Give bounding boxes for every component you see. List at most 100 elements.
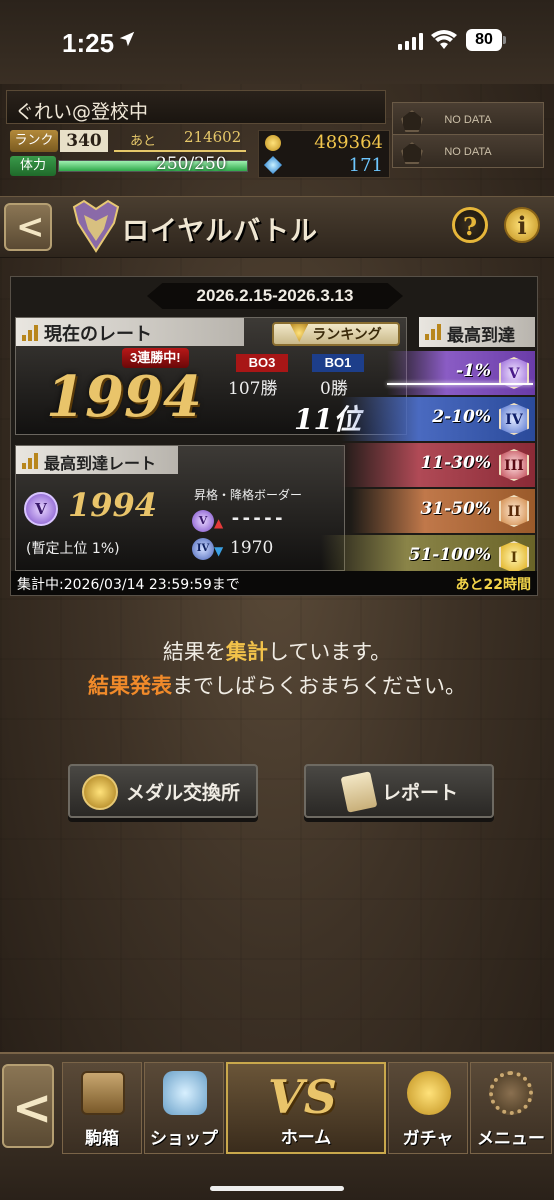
currency-box[interactable]: 489364 171 <box>258 130 390 178</box>
medal-icon <box>82 774 118 810</box>
status-bar: 1:25 80 <box>0 0 554 84</box>
coin-value: 489364 <box>314 132 383 153</box>
current-rate-label: 現在のレート <box>44 324 152 345</box>
player-panel: ぐれい@登校中 ランク 340 あと 214602 体力 250/250 489… <box>6 86 390 180</box>
help-button[interactable]: ? <box>452 207 488 243</box>
nav-gacha[interactable]: ガチャ <box>388 1062 468 1154</box>
tier-ii-icon: II <box>499 495 529 527</box>
exp-bar <box>114 150 246 152</box>
tier-iii-icon: III <box>499 449 529 481</box>
exp-remaining-label: あと <box>130 134 157 149</box>
player-name-bar[interactable]: ぐれい@登校中 <box>6 90 386 124</box>
bar-chart-icon <box>22 451 40 469</box>
tally-message-line1: 結果を集計しています。 <box>162 640 392 664</box>
page-title: ロイヤルバトル <box>122 216 318 247</box>
demotion-border: 1970 <box>230 538 274 558</box>
rank-value: 340 <box>60 130 108 152</box>
gem-icon <box>263 155 283 175</box>
arrow-up-icon: ▲ <box>214 516 224 530</box>
player-name: ぐれい@登校中 <box>15 101 149 123</box>
rating-panel: 2026.2.15-2026.3.13 現在のレート ランキング 3連勝中! 1… <box>10 276 538 596</box>
wifi-icon <box>431 30 457 49</box>
season-period: 2026.2.15-2026.3.13 <box>147 283 403 309</box>
best-rate-label: 最高到達レート <box>44 454 157 473</box>
stamina-row: 体力 250/250 <box>6 154 252 178</box>
nav-menu[interactable]: メニュー <box>470 1062 552 1154</box>
arrow-down-icon: ▼ <box>214 544 224 558</box>
tier-i-icon: I <box>499 541 529 573</box>
tier-row-iv: 2-10% IV <box>341 397 535 441</box>
coin-icon <box>265 135 281 151</box>
rank-label: ランク <box>10 130 58 152</box>
report-button[interactable]: レポート <box>304 764 494 818</box>
tier-range: 2-10% <box>432 407 491 427</box>
title-bar: < ロイヤルバトル ? i <box>0 196 554 258</box>
nav-menu-label: メニュー <box>477 1129 545 1149</box>
tally-footer: 集計中:2026/03/14 23:59:59まで あと22時間 <box>11 571 537 595</box>
tier-range: -1% <box>455 361 491 381</box>
rank-row: ランク 340 あと 214602 <box>6 128 252 154</box>
nodata-slot-1[interactable]: NO DATA <box>392 102 544 136</box>
stamina-text: 250/250 <box>156 154 227 174</box>
time-remaining: あと22時間 <box>455 577 531 593</box>
nav-gacha-label: ガチャ <box>402 1129 454 1149</box>
background <box>0 0 554 1200</box>
clock: 1:25 <box>62 28 115 58</box>
medal-exchange-button[interactable]: メダル交換所 <box>68 764 258 818</box>
tier-row-iii: 11-30% III <box>341 443 535 487</box>
scroll-icon <box>340 771 378 813</box>
current-rate-header: 現在のレート <box>16 318 244 346</box>
tiers-header: 最高到達 <box>419 317 535 347</box>
ranking-icon <box>290 324 309 342</box>
royal-battle-emblem-icon <box>72 199 120 253</box>
nav-home-label: ホーム <box>280 1128 332 1148</box>
border-title: 昇格・降格ボーダー <box>194 488 303 502</box>
vs-icon: VS <box>268 1070 337 1124</box>
home-indicator <box>210 1186 344 1191</box>
stamina-label: 体力 <box>10 156 56 176</box>
tier-iv-icon: IV <box>192 538 214 560</box>
tier-v-icon: V <box>192 510 214 532</box>
bottom-nav: < 駒箱 ショップ VS ホーム ガチャ メニュー <box>0 1052 554 1200</box>
chevron-left-icon: < <box>12 1080 53 1136</box>
bar-chart-icon <box>425 322 443 340</box>
cellular-signal-icon <box>398 32 423 50</box>
info-button[interactable]: i <box>504 207 540 243</box>
report-label: レポート <box>382 782 459 804</box>
bar-chart-icon <box>22 323 40 341</box>
nav-back-button[interactable]: < <box>2 1064 54 1148</box>
medal-exchange-label: メダル交換所 <box>126 782 241 804</box>
current-rate-value: 1994 <box>46 364 202 430</box>
ranking-button[interactable]: ランキング <box>272 322 400 346</box>
promotion-border: ----- <box>230 508 285 529</box>
nav-koma-box[interactable]: 駒箱 <box>62 1062 142 1154</box>
tier-v-icon: V <box>24 492 58 526</box>
nav-shop-label: ショップ <box>150 1129 218 1149</box>
battery-icon: 80 <box>466 29 506 51</box>
best-rate-header: 最高到達レート <box>16 446 178 474</box>
nodata-slot-2[interactable]: NO DATA <box>392 134 544 168</box>
current-position-marker <box>387 383 533 385</box>
tally-message-line2: 結果発表までしばらくおまちください。 <box>88 674 466 698</box>
tier-range: 31-50% <box>420 499 491 519</box>
best-rate-box: 最高到達レート V 1994 (暫定上位 1%) 昇格・降格ボーダー V ▲ -… <box>15 445 345 571</box>
treasure-chest-icon <box>81 1071 125 1115</box>
chevron-left-icon: < <box>16 207 45 247</box>
tier-range: 51-100% <box>408 545 491 565</box>
back-button[interactable]: < <box>4 203 52 251</box>
tally-deadline: 集計中:2026/03/14 23:59:59まで <box>17 577 240 593</box>
bo3-wins: 107勝 <box>228 379 278 399</box>
provisional-rank: (暫定上位 1%) <box>26 541 120 557</box>
nav-shop[interactable]: ショップ <box>144 1062 224 1154</box>
bo3-label: BO3 <box>236 354 288 372</box>
tier-row-v: -1% V <box>387 351 535 395</box>
shop-jar-icon <box>163 1071 207 1115</box>
bo1-label: BO1 <box>312 354 364 372</box>
tier-row-ii: 31-50% II <box>351 489 535 533</box>
tier-iv-icon: IV <box>499 403 529 435</box>
tiers-label: 最高到達 <box>447 326 515 346</box>
nav-home[interactable]: VS ホーム <box>226 1062 386 1154</box>
exp-remaining-value: 214602 <box>184 128 242 146</box>
coins-icon <box>407 1071 451 1115</box>
gear-icon <box>489 1071 533 1115</box>
